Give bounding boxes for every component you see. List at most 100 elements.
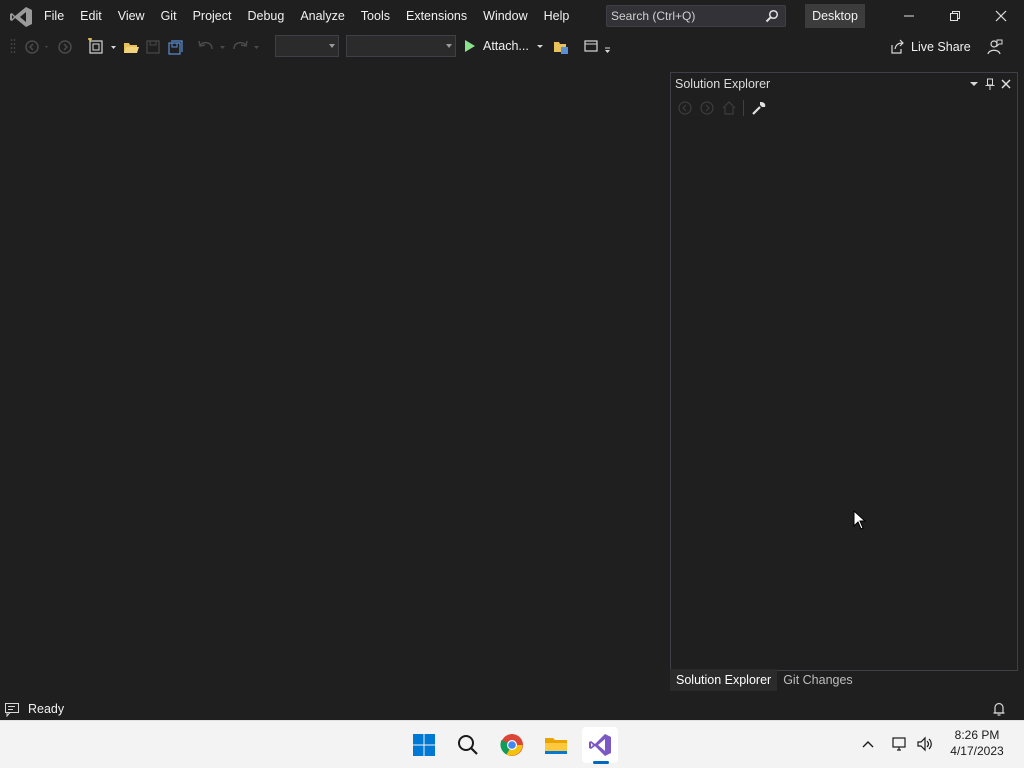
attach-label: Attach...: [483, 39, 529, 53]
close-icon: [1001, 79, 1011, 89]
window-layout-icon: [584, 40, 610, 53]
network-icon: [892, 737, 906, 751]
solution-explorer-toolbar: [671, 97, 1017, 119]
menu-help[interactable]: Help: [536, 0, 578, 32]
solution-explorer-header: Solution Explorer: [671, 73, 1017, 95]
layout-badge[interactable]: Desktop: [805, 4, 865, 28]
menu-debug[interactable]: Debug: [239, 0, 292, 32]
restore-button[interactable]: [932, 0, 978, 32]
home-icon: [722, 101, 736, 115]
active-app-indicator: [593, 761, 609, 764]
menu-view[interactable]: View: [110, 0, 153, 32]
solution-platform-combo[interactable]: [346, 35, 456, 57]
volume-button[interactable]: [914, 733, 936, 755]
feedback-button[interactable]: [986, 37, 1004, 57]
forward-button[interactable]: [698, 99, 716, 117]
solution-explorer-panel: Solution Explorer: [670, 72, 1018, 671]
search-input[interactable]: [611, 8, 761, 24]
navigate-forward-button[interactable]: [56, 37, 74, 57]
pin-button[interactable]: [983, 77, 997, 91]
live-share-label: Live Share: [911, 40, 971, 54]
chrome-button[interactable]: [494, 727, 530, 763]
back-circle-icon: [25, 40, 48, 54]
save-icon: [146, 40, 160, 54]
solution-configuration-combo[interactable]: [275, 35, 339, 57]
navigate-back-button[interactable]: [22, 37, 52, 57]
restore-icon: [950, 11, 960, 21]
search-box[interactable]: [606, 5, 786, 27]
toolbar-separator: [743, 100, 744, 116]
menu-extensions[interactable]: Extensions: [398, 0, 475, 32]
search-icon[interactable]: [765, 9, 779, 23]
taskbar-clock[interactable]: 8:26 PM 4/17/2023: [940, 727, 1014, 759]
home-button[interactable]: [720, 99, 738, 117]
panel-tab-strip: Solution Explorer Git Changes: [670, 669, 1020, 691]
back-circle-icon: [678, 101, 692, 115]
toolbar-grip-icon[interactable]: [10, 38, 16, 56]
forward-circle-icon: [58, 40, 72, 54]
solution-explorer-title: Solution Explorer: [675, 77, 771, 91]
chrome-icon: [500, 734, 523, 756]
menu-window[interactable]: Window: [475, 0, 535, 32]
live-share-button[interactable]: Live Share: [889, 36, 971, 58]
window-layout-button[interactable]: [582, 37, 614, 57]
close-icon: [995, 10, 1007, 22]
new-project-icon: [88, 38, 116, 54]
visual-studio-icon: [589, 734, 611, 756]
windows-taskbar: 8:26 PM 4/17/2023: [0, 720, 1024, 768]
chevron-down-icon[interactable]: [535, 41, 545, 51]
panel-options-button[interactable]: [967, 77, 981, 91]
menu-edit[interactable]: Edit: [72, 0, 110, 32]
chevron-up-icon: [862, 741, 874, 748]
solution-explorer-toggle-button[interactable]: [552, 37, 570, 57]
status-text: Ready: [28, 702, 65, 716]
forward-circle-icon: [700, 101, 714, 115]
visual-studio-logo-icon[interactable]: [9, 6, 33, 28]
tab-git-changes[interactable]: Git Changes: [777, 669, 858, 691]
attach-button[interactable]: Attach...: [463, 35, 545, 57]
taskbar-search-button[interactable]: [450, 727, 486, 763]
output-message-icon[interactable]: [4, 701, 20, 717]
wrench-icon: [752, 102, 766, 115]
menu-file[interactable]: File: [36, 0, 72, 32]
save-button[interactable]: [144, 37, 162, 57]
menu-git[interactable]: Git: [153, 0, 185, 32]
save-all-icon: [168, 40, 183, 55]
play-icon: [465, 40, 475, 52]
pin-icon: [985, 78, 995, 90]
redo-icon: [233, 40, 259, 50]
start-icon: [413, 734, 435, 756]
file-explorer-button[interactable]: [538, 727, 574, 763]
undo-button[interactable]: [196, 37, 228, 57]
open-file-button[interactable]: [122, 37, 140, 57]
clock-time: 8:26 PM: [954, 728, 1000, 742]
open-folder-icon: [124, 43, 139, 53]
menu-analyze[interactable]: Analyze: [292, 0, 352, 32]
minimize-button[interactable]: [886, 0, 932, 32]
notifications-bell-icon[interactable]: [991, 701, 1007, 717]
back-button[interactable]: [676, 99, 694, 117]
close-button[interactable]: [978, 0, 1024, 32]
title-bar: File Edit View Git Project Debug Analyze…: [0, 0, 1024, 32]
menu-project[interactable]: Project: [185, 0, 240, 32]
menu-tools[interactable]: Tools: [353, 0, 398, 32]
show-hidden-icons-button[interactable]: [857, 733, 879, 755]
redo-button[interactable]: [230, 37, 262, 57]
start-button[interactable]: [406, 727, 442, 763]
status-bar: Ready: [0, 698, 1024, 720]
visual-studio-window: File Edit View Git Project Debug Analyze…: [0, 0, 1024, 720]
file-explorer-icon: [545, 738, 567, 754]
folder-view-icon: [554, 42, 568, 54]
tab-solution-explorer[interactable]: Solution Explorer: [670, 669, 778, 691]
menu-bar: File Edit View Git Project Debug Analyze…: [36, 0, 577, 32]
visual-studio-taskbar-button[interactable]: [582, 727, 618, 763]
close-panel-button[interactable]: [999, 77, 1013, 91]
save-all-button[interactable]: [166, 37, 184, 57]
clock-date: 4/17/2023: [950, 744, 1004, 758]
speaker-icon: [917, 736, 932, 752]
network-button[interactable]: [889, 733, 911, 755]
new-project-button[interactable]: [88, 37, 118, 57]
search-icon: [458, 735, 478, 755]
feedback-person-icon: [987, 39, 1003, 55]
properties-button[interactable]: [750, 99, 768, 117]
